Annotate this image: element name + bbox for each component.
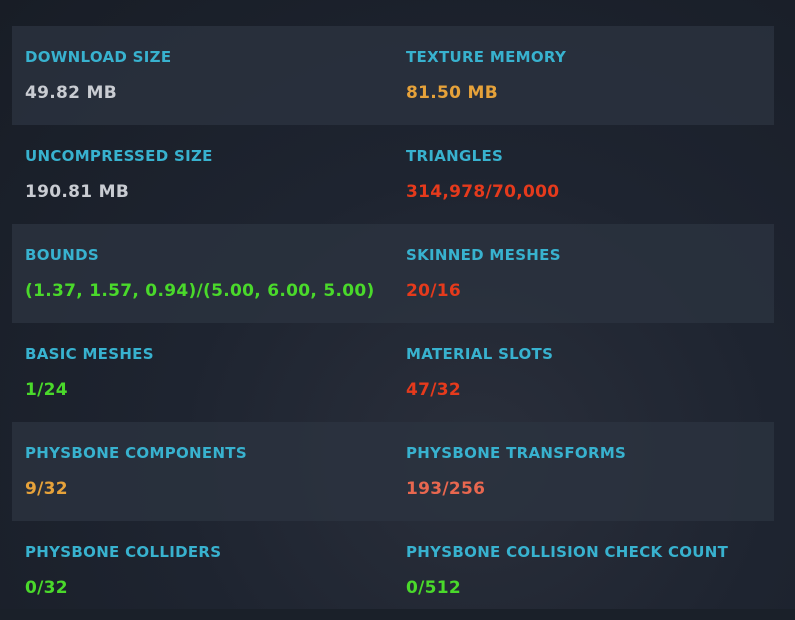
stat-physbone-colliders: PHYSBONE COLLIDERS 0/32	[25, 521, 395, 620]
stats-row: BASIC MESHES 1/24 MATERIAL SLOTS 47/32	[12, 323, 774, 422]
stat-value: 314,978/70,000	[406, 182, 560, 202]
stat-value: 0/32	[25, 578, 68, 598]
stat-physbone-collision-check-count: PHYSBONE COLLISION CHECK COUNT 0/512	[406, 521, 766, 620]
stat-value: (1.37, 1.57, 0.94)/(5.00, 6.00, 5.00)	[25, 281, 375, 301]
stat-physbone-components: PHYSBONE COMPONENTS 9/32	[25, 422, 395, 521]
stat-label: BOUNDS	[25, 246, 99, 264]
stats-row: UNCOMPRESSED SIZE 190.81 MB TRIANGLES 31…	[12, 125, 774, 224]
stats-grid: DOWNLOAD SIZE 49.82 MB TEXTURE MEMORY 81…	[12, 26, 774, 620]
stat-texture-memory: TEXTURE MEMORY 81.50 MB	[406, 26, 766, 125]
stat-value: 9/32	[25, 479, 68, 499]
stat-value: 193/256	[406, 479, 486, 499]
stat-value: 1/24	[25, 380, 68, 400]
stat-download-size: DOWNLOAD SIZE 49.82 MB	[25, 26, 395, 125]
stat-label: SKINNED MESHES	[406, 246, 561, 264]
stat-material-slots: MATERIAL SLOTS 47/32	[406, 323, 766, 422]
stats-row: BOUNDS (1.37, 1.57, 0.94)/(5.00, 6.00, 5…	[12, 224, 774, 323]
stat-label: PHYSBONE TRANSFORMS	[406, 444, 627, 462]
stat-value: 20/16	[406, 281, 462, 301]
stat-uncompressed-size: UNCOMPRESSED SIZE 190.81 MB	[25, 125, 395, 224]
stat-skinned-meshes: SKINNED MESHES 20/16	[406, 224, 766, 323]
stat-value: 81.50 MB	[406, 83, 498, 103]
stats-row: PHYSBONE COMPONENTS 9/32 PHYSBONE TRANSF…	[12, 422, 774, 521]
stat-label: UNCOMPRESSED SIZE	[25, 147, 213, 165]
stats-row: DOWNLOAD SIZE 49.82 MB TEXTURE MEMORY 81…	[12, 26, 774, 125]
stat-value: 47/32	[406, 380, 462, 400]
stat-value: 190.81 MB	[25, 182, 130, 202]
stat-label: MATERIAL SLOTS	[406, 345, 554, 363]
stat-value: 49.82 MB	[25, 83, 117, 103]
stat-triangles: TRIANGLES 314,978/70,000	[406, 125, 766, 224]
stat-label: TRIANGLES	[406, 147, 504, 165]
stat-label: PHYSBONE COLLISION CHECK COUNT	[406, 543, 729, 561]
performance-stats-panel: DOWNLOAD SIZE 49.82 MB TEXTURE MEMORY 81…	[0, 0, 795, 609]
stat-bounds: BOUNDS (1.37, 1.57, 0.94)/(5.00, 6.00, 5…	[25, 224, 395, 323]
stat-physbone-transforms: PHYSBONE TRANSFORMS 193/256	[406, 422, 766, 521]
stat-label: BASIC MESHES	[25, 345, 154, 363]
stat-label: PHYSBONE COLLIDERS	[25, 543, 222, 561]
stat-label: TEXTURE MEMORY	[406, 48, 567, 66]
stat-label: DOWNLOAD SIZE	[25, 48, 172, 66]
stat-value: 0/512	[406, 578, 462, 598]
stats-row: PHYSBONE COLLIDERS 0/32 PHYSBONE COLLISI…	[12, 521, 774, 620]
stat-label: PHYSBONE COMPONENTS	[25, 444, 247, 462]
stat-basic-meshes: BASIC MESHES 1/24	[25, 323, 395, 422]
